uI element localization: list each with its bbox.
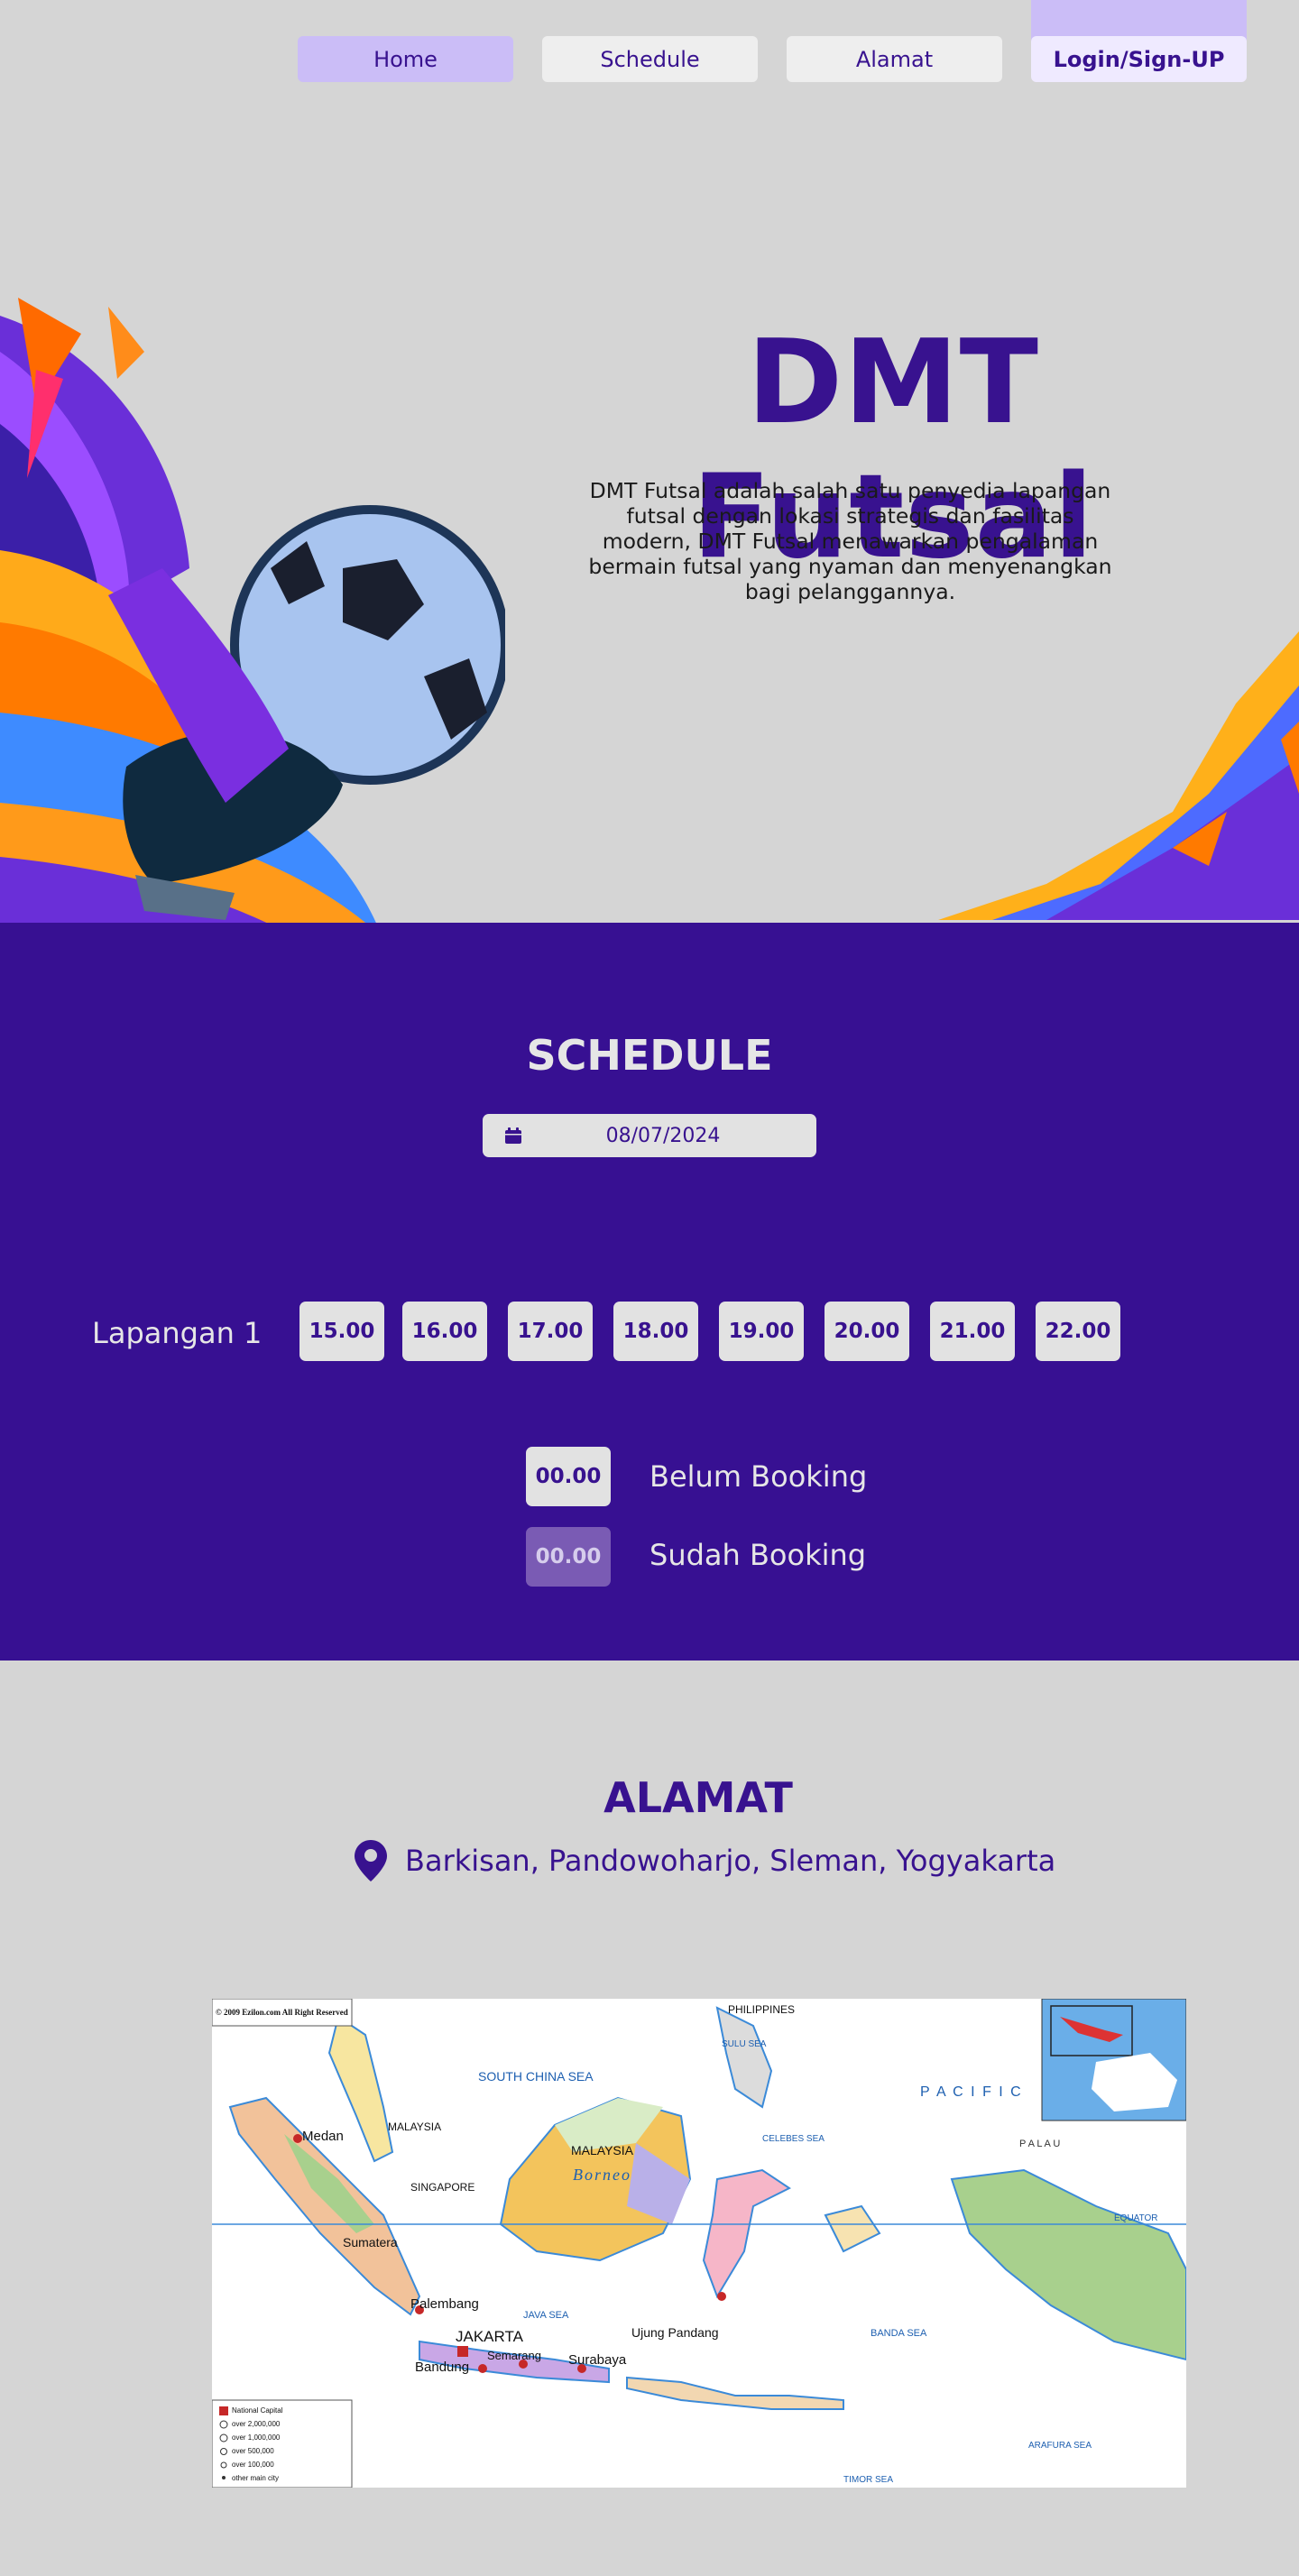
map-label: SOUTH CHINA SEA (478, 2069, 594, 2084)
map-legend-item: over 2,000,000 (232, 2420, 281, 2428)
court-label: Lapangan 1 (92, 1316, 263, 1350)
legend-booked-label: Sudah Booking (650, 1538, 867, 1572)
map-label: Palembang (410, 2296, 479, 2312)
map-legend: National Capital over 2,000,000 over 1,0… (232, 2404, 282, 2485)
legend-available-swatch: 00.00 (526, 1447, 611, 1506)
map-legend-item: other main city (232, 2474, 280, 2482)
legend-available-label: Belum Booking (650, 1459, 868, 1494)
time-slot-button[interactable]: 17.00 (508, 1302, 593, 1361)
hero-corner-decoration (938, 631, 1299, 920)
time-slot-button[interactable]: 21.00 (930, 1302, 1015, 1361)
map-label: SINGAPORE (410, 2181, 475, 2194)
nav-schedule-button[interactable]: Schedule (542, 36, 758, 82)
alamat-title: ALAMAT (603, 1773, 793, 1822)
map-label: Surabaya (568, 2352, 627, 2368)
date-picker-input[interactable]: 08/07/2024 (483, 1114, 816, 1157)
map-label: JAKARTA (456, 2328, 523, 2345)
map-legend-item: National Capital (232, 2406, 283, 2415)
time-slot-button[interactable]: 16.00 (402, 1302, 487, 1361)
time-slot-button[interactable]: 20.00 (825, 1302, 909, 1361)
map-label: EQUATOR (1114, 2213, 1158, 2223)
map-label: Sumatera (343, 2235, 398, 2249)
schedule-title: SCHEDULE (526, 1031, 773, 1080)
map-label: Borneo (573, 2166, 631, 2184)
map-label: Medan (302, 2129, 344, 2144)
address-row: Barkisan, Pandowoharjo, Sleman, Yogyakar… (355, 1840, 1055, 1881)
nav-login-button[interactable]: Login/Sign-UP (1031, 36, 1247, 82)
map-label: Ujung Pandang (631, 2325, 719, 2340)
map-label: Bandung (415, 2360, 470, 2375)
hero-description: DMT Futsal adalah salah satu penyedia la… (588, 478, 1112, 604)
address-text: Barkisan, Pandowoharjo, Sleman, Yogyakar… (405, 1844, 1056, 1878)
map-label: MALAYSIA (388, 2121, 442, 2133)
time-slot-button[interactable]: 19.00 (719, 1302, 804, 1361)
time-slot-button[interactable]: 22.00 (1036, 1302, 1120, 1361)
map-label: MALAYSIA (571, 2143, 633, 2157)
nav-alamat-button[interactable]: Alamat (787, 36, 1002, 82)
map-legend-item: over 1,000,000 (232, 2433, 281, 2442)
map-label: SULU SEA (722, 2039, 767, 2049)
map-label: JAVA SEA (523, 2310, 569, 2321)
map-legend-item: over 500,000 (232, 2447, 274, 2455)
schedule-section: SCHEDULE 08/07/2024 Lapangan 1 15.00 16.… (0, 923, 1299, 1661)
map-label: ARAFURA SEA (1028, 2441, 1092, 2451)
date-value: 08/07/2024 (605, 1124, 721, 1147)
map-legend-item: over 100,000 (232, 2461, 274, 2469)
map-label: PHILIPPINES (728, 2003, 796, 2016)
map-label: CELEBES SEA (762, 2134, 825, 2144)
location-pin-icon (355, 1840, 387, 1881)
legend-booked-swatch: 00.00 (526, 1527, 611, 1587)
map-label: P A C I F I C (920, 2084, 1023, 2100)
time-slot-button[interactable]: 18.00 (613, 1302, 698, 1361)
map-label: TIMOR SEA (843, 2475, 894, 2485)
map-copyright: © 2009 Ezilon.com All Right Reserved (216, 2008, 348, 2017)
map-label: Semarang (487, 2349, 541, 2362)
time-slot-button[interactable]: 15.00 (299, 1302, 384, 1361)
map-label: BANDA SEA (871, 2328, 927, 2339)
indonesia-map[interactable]: © 2009 Ezilon.com All Right Reserved SOU… (212, 1999, 1186, 2488)
nav-home-button[interactable]: Home (298, 36, 513, 82)
map-label: P A L A U (1019, 2139, 1061, 2149)
